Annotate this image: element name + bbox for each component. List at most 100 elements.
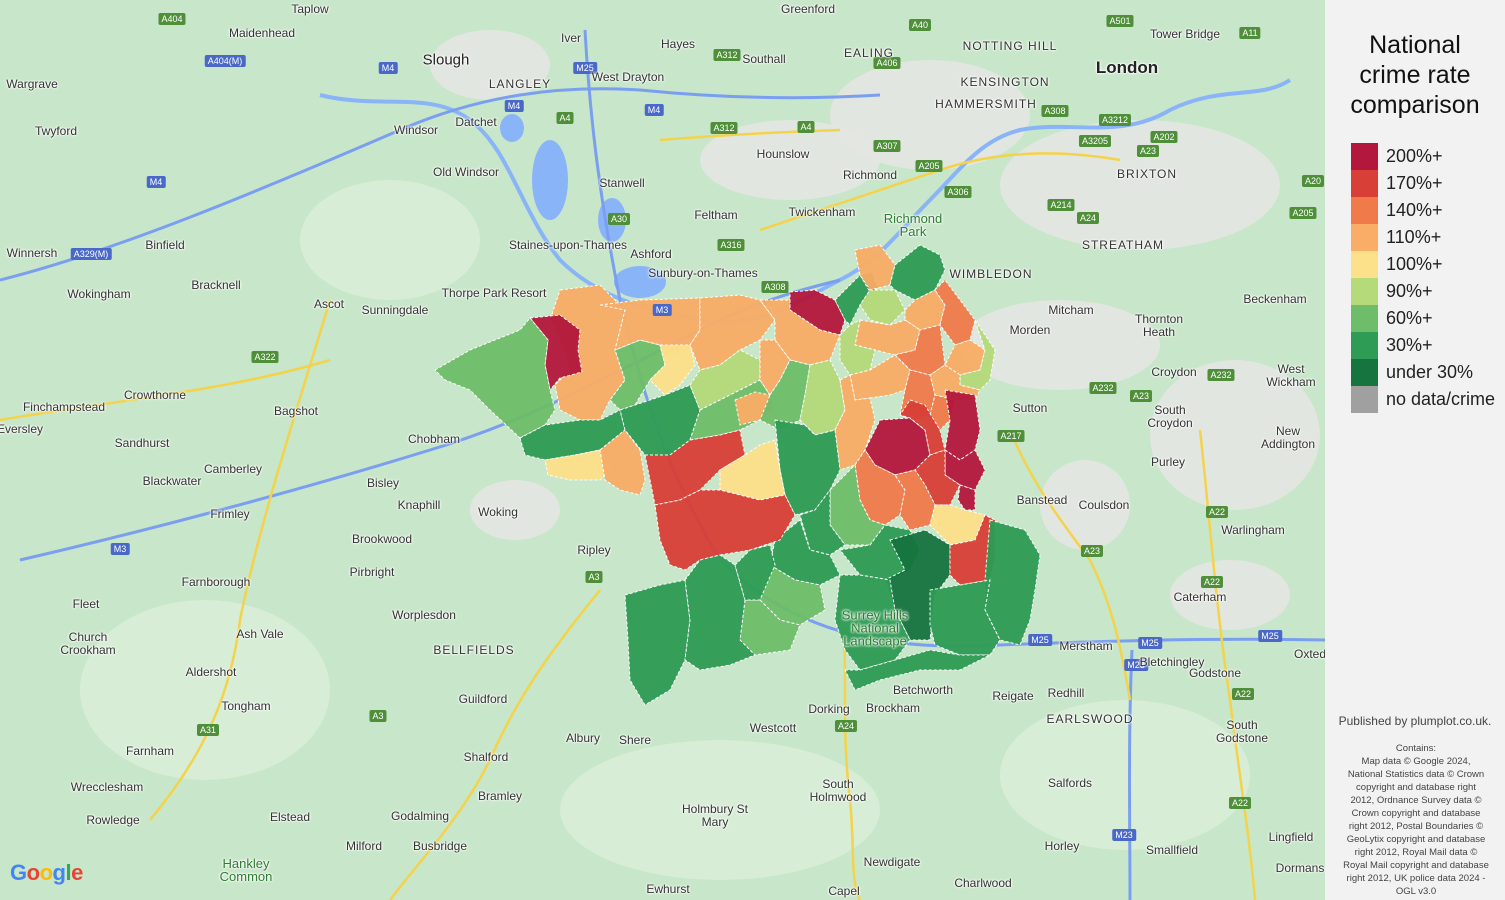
place-label: Tongham (221, 699, 271, 713)
road-shield: A308 (761, 281, 789, 293)
place-label: Redhill (1047, 686, 1085, 700)
map[interactable]: A404 A404(M) M4 M25 A312 A40 A406 A501 A11 A308 A3… (0, 0, 1325, 900)
legend-label: 140%+ (1386, 200, 1443, 220)
place-label: Morden (1009, 323, 1051, 337)
credit-line: right 2012, Postal Boundaries © (1348, 821, 1484, 832)
road-shield: A501 (1106, 15, 1134, 27)
place-label: Binfield (145, 238, 185, 252)
road-shield: A232 (1207, 369, 1235, 381)
legend-label: 200%+ (1386, 146, 1443, 166)
place-label: Taplow (291, 2, 329, 16)
place-label: Warlingham (1221, 523, 1285, 537)
place-label: Maidenhead (228, 26, 296, 40)
road-shield: M23 (1112, 829, 1136, 841)
legend-swatch (1351, 278, 1378, 305)
road-shield: A307 (873, 140, 901, 152)
place-label: Dorking (808, 702, 850, 716)
place-label: West Wickham (1266, 362, 1316, 389)
road-shield: A322 (251, 351, 279, 363)
place-label: Elstead (269, 810, 311, 824)
place-label: Iver (560, 31, 582, 45)
postcode-district (957, 484, 976, 511)
road-shield: M4 (378, 62, 398, 74)
legend-item: under 30% (1351, 359, 1473, 386)
road-shield: A31 (196, 724, 220, 736)
credit-line: OGL v3.0 (1395, 886, 1437, 897)
place-label: Fleet (72, 597, 100, 611)
place-label: Purley (1150, 455, 1186, 469)
place-label: Horley (1044, 839, 1080, 853)
place-label: Beckenham (1243, 292, 1307, 306)
credit-line: copyright and database right (1356, 782, 1476, 793)
legend-swatch (1351, 332, 1378, 359)
place-label: Caterham (1173, 590, 1227, 604)
road-shield: A24 (1076, 212, 1100, 224)
google-logo-letter: o (26, 860, 40, 885)
place-label: Camberley (203, 462, 263, 476)
place-label: Winnersh (6, 246, 58, 260)
road-shield: A329(M) (70, 248, 112, 260)
place-label: Dormans (1275, 861, 1325, 875)
legend-item: 30%+ (1351, 332, 1433, 359)
legend-swatch (1351, 305, 1378, 332)
place-label: Godalming (390, 809, 450, 823)
road-shield: A3205 (1078, 135, 1112, 147)
road-shield: A232 (1089, 382, 1117, 394)
place-label: Stanwell (599, 176, 645, 190)
road-shield: A3 (585, 571, 603, 583)
legend-title: National crime rate comparison (1325, 30, 1505, 120)
google-logo-letter: g (52, 860, 66, 885)
road-shield: A217 (997, 430, 1025, 442)
legend-swatch (1351, 359, 1378, 386)
place-label: Old Windsor (432, 165, 500, 179)
place-label: Lingfield (1268, 830, 1314, 844)
road-shield: A3 (369, 710, 387, 722)
place-label: Bagshot (273, 404, 319, 418)
place-label: Richmond (842, 168, 898, 182)
place-label: Bracknell (191, 278, 241, 292)
place-label: Frimley (210, 507, 250, 521)
place-label: Southall (742, 52, 786, 66)
place-label: Greenford (780, 2, 836, 16)
legend-label: 100%+ (1386, 254, 1443, 274)
place-label: Blackwater (142, 474, 202, 488)
legend-item: 60%+ (1351, 305, 1433, 332)
place-label: WIMBLEDON (949, 267, 1033, 281)
place-label: Pirbright (349, 565, 395, 579)
place-label: Church Crookham (60, 630, 116, 657)
credit-line: Contains: (1395, 743, 1437, 754)
place-label: Albury (565, 731, 601, 745)
road-shield: A306 (944, 186, 972, 198)
legend-item: no data/crime (1351, 386, 1495, 413)
reservoir (532, 140, 568, 220)
place-label: Wrecclesham (70, 780, 144, 794)
road-shield: A202 (1150, 131, 1178, 143)
legend-label: 170%+ (1386, 173, 1443, 193)
place-label: Betchworth (892, 683, 954, 697)
legend-label: 110%+ (1386, 227, 1442, 247)
place-label: BRIXTON (1116, 167, 1178, 181)
published-by: Published by plumplot.co.uk. (1338, 714, 1492, 728)
place-label: KENSINGTON (960, 75, 1050, 89)
place-label: Knaphill (397, 498, 441, 512)
road-shield: A205 (1289, 207, 1317, 219)
road-shield: A404 (158, 13, 186, 25)
legend-swatch (1351, 197, 1378, 224)
postcode-district (624, 579, 691, 706)
legend-item: 100%+ (1351, 251, 1443, 278)
place-label: Ewhurst (646, 882, 690, 896)
google-logo-letter: G (10, 860, 27, 885)
legend-label: 30%+ (1386, 335, 1433, 355)
legend-item: 110%+ (1351, 224, 1441, 251)
place-label: Ascot (313, 297, 345, 311)
place-label: Shere (618, 733, 652, 747)
postcode-district (859, 289, 906, 326)
place-label: Newdigate (863, 855, 921, 869)
place-label: Sandhurst (114, 436, 170, 450)
place-label: Ashford (630, 247, 672, 261)
road-shield: A214 (1047, 199, 1075, 211)
open-land (300, 180, 480, 300)
credit-line: right 2012, UK police data 2024 - (1346, 873, 1486, 884)
road-shield: A22 (1228, 797, 1252, 809)
road-shield: A404(M) (204, 55, 246, 67)
